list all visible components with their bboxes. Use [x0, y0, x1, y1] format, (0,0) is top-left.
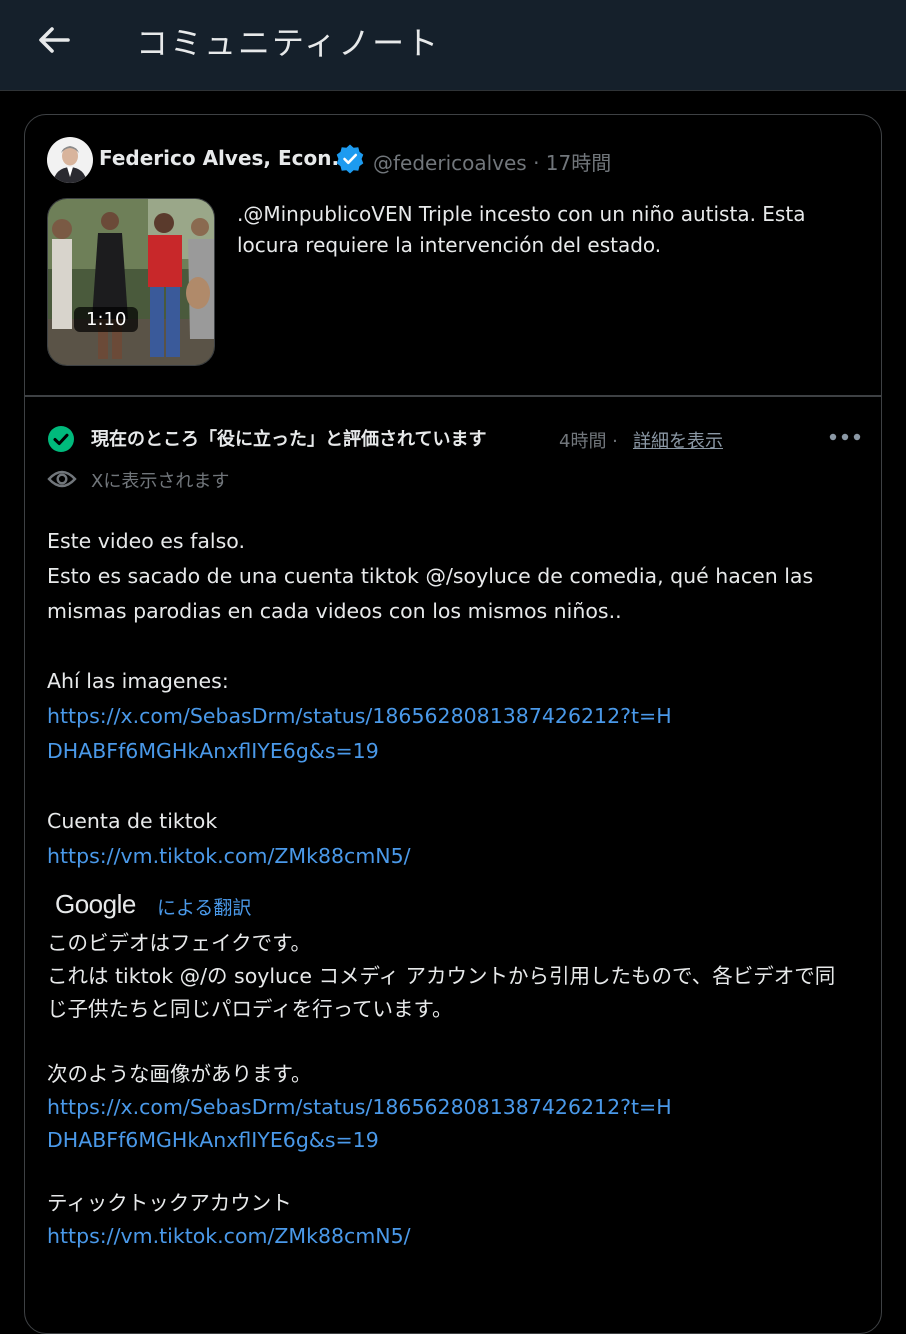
note-line: これは tiktok @/の soyluce コメディ アカウントから引用したも… — [47, 964, 836, 1021]
video-duration: 1:10 — [74, 307, 139, 332]
note-line: Esto es sacado de una cuenta tiktok @/so… — [47, 564, 814, 623]
top-app-bar: コミュニティノート — [0, 0, 906, 91]
more-options-icon[interactable] — [825, 423, 865, 451]
tiktok-label: Cuenta de tiktok — [47, 809, 218, 833]
tiktok-label: ティックトックアカウント — [47, 1191, 292, 1215]
note-status: 現在のところ「役に立った」と評価されています — [91, 429, 487, 450]
note-time: 4時間 · — [559, 431, 618, 452]
avatar[interactable] — [47, 137, 93, 183]
tiktok-link[interactable]: https://vm.tiktok.com/ZMk88cmN5/ — [47, 1220, 847, 1253]
tiktok-link[interactable]: https://vm.tiktok.com/ZMk88cmN5/ — [47, 839, 847, 874]
tweet-text: .@MinpublicoVEN Triple incesto con un ni… — [237, 202, 806, 257]
show-details-link[interactable]: 詳細を表示 — [633, 427, 723, 453]
images-link[interactable]: https://x.com/SebasDrm/status/1865628081… — [47, 699, 687, 769]
note-line: Este video es falso. — [47, 529, 245, 553]
author-name[interactable]: Federico Alves, Econ. — [99, 146, 339, 170]
handle-and-time: @federicoalves · 17時間 — [373, 151, 612, 175]
check-circle-icon — [48, 426, 74, 452]
images-label: Ahí las imagenes: — [47, 669, 229, 693]
visibility-label: Xに表示されます — [91, 471, 230, 492]
images-link[interactable]: https://x.com/SebasDrm/status/1865628081… — [47, 1091, 687, 1157]
translated-by-label[interactable]: による翻訳 — [157, 893, 251, 920]
video-thumbnail[interactable]: 1:10 — [47, 198, 215, 366]
eye-icon — [47, 470, 77, 488]
google-logo: Google — [55, 889, 136, 919]
page-title: コミュニティノート — [136, 24, 441, 62]
divider — [25, 395, 881, 397]
back-button[interactable] — [32, 20, 76, 60]
note-original: Este video es falso. Esto es sacado de u… — [47, 524, 847, 874]
note-translation: このビデオはフェイクです。 これは tiktok @/の soyluce コメデ… — [47, 927, 847, 1253]
arrow-left-icon — [39, 27, 70, 53]
note-line: このビデオはフェイクです。 — [47, 931, 312, 955]
images-label: 次のような画像があります。 — [47, 1062, 312, 1086]
verified-badge-icon — [336, 144, 364, 174]
note-card: Federico Alves, Econ. @federicoalves · 1… — [24, 114, 882, 1334]
